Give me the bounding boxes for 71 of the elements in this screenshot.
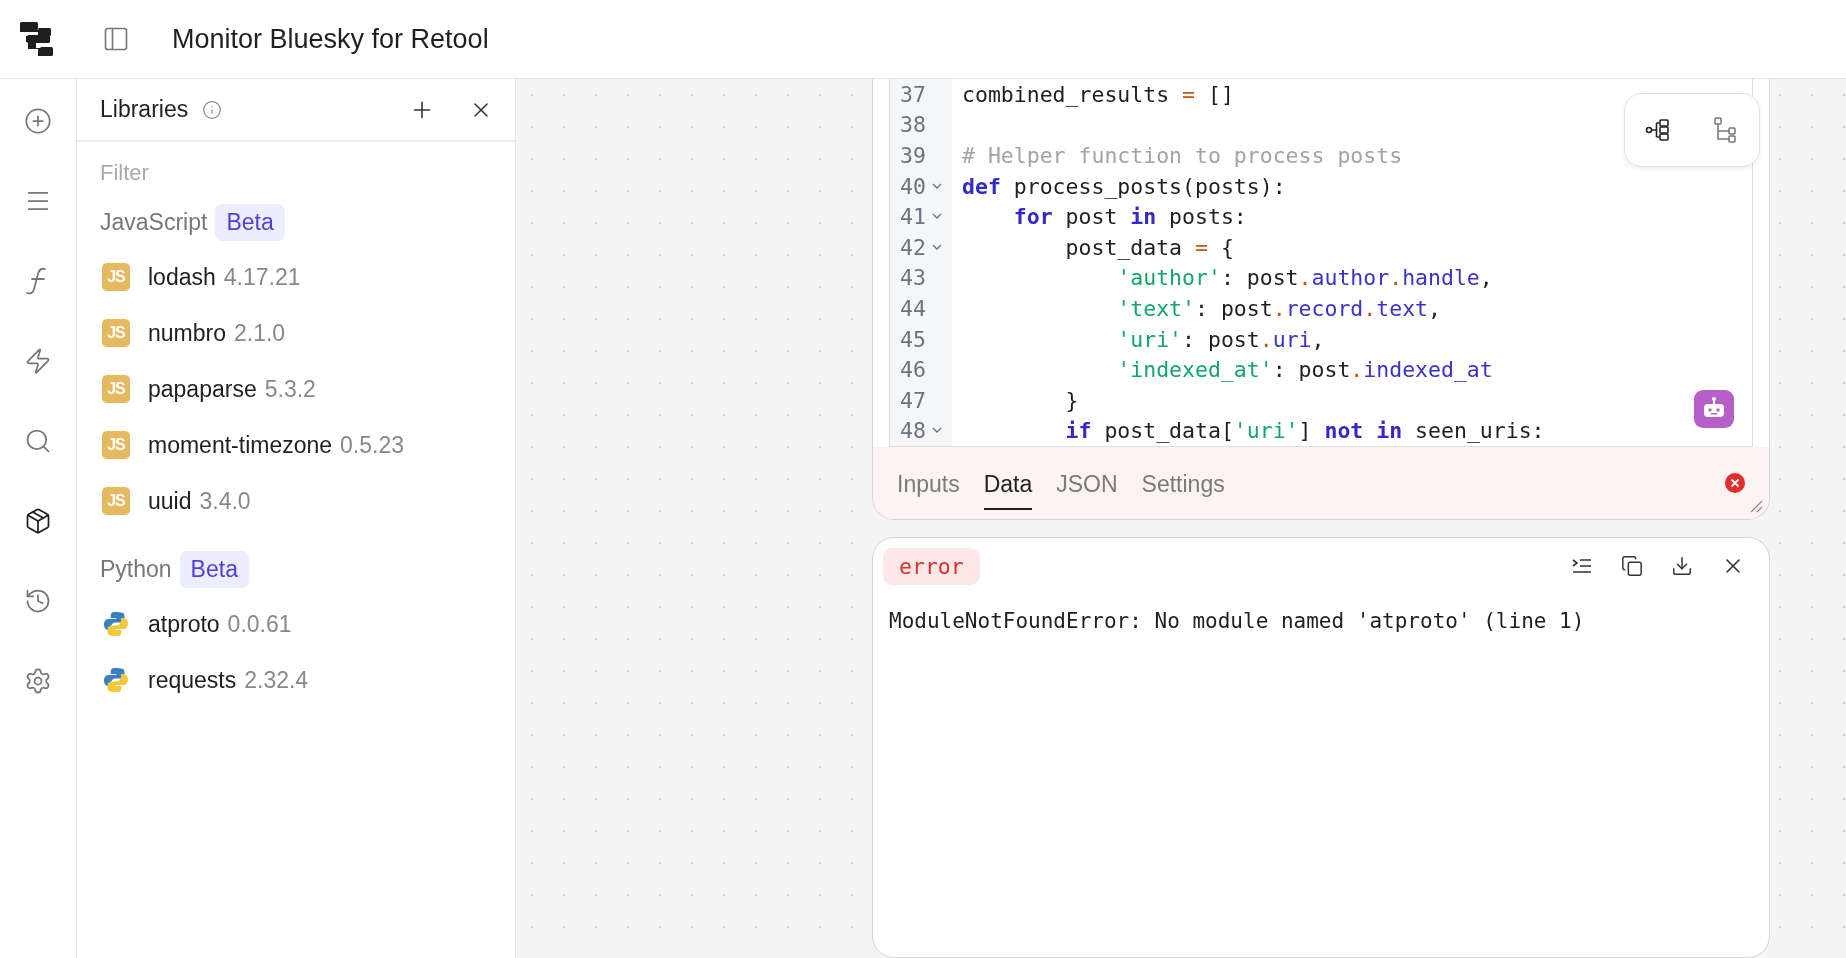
group-title: JavaScript bbox=[100, 209, 208, 236]
line-number: 47 bbox=[899, 387, 926, 413]
settings-icon bbox=[24, 667, 52, 695]
tab[interactable]: Inputs bbox=[897, 460, 960, 510]
line-number: 44 bbox=[899, 295, 926, 321]
python-icon bbox=[102, 610, 130, 638]
copy-icon bbox=[1621, 555, 1643, 578]
error-icon bbox=[1725, 473, 1745, 494]
fold-chevron-icon[interactable] bbox=[932, 182, 942, 190]
fold-chevron-icon[interactable] bbox=[932, 213, 942, 221]
line-number: 39 bbox=[899, 143, 926, 168]
filter-field[interactable]: Filter bbox=[100, 156, 492, 190]
code-line: 'text': post.record.text, bbox=[1116, 295, 1441, 321]
status-tag: error bbox=[883, 547, 980, 585]
sidebar-toggle-button[interactable] bbox=[102, 25, 130, 53]
history-icon bbox=[24, 587, 52, 615]
code-line: for post in posts: bbox=[1012, 204, 1247, 230]
code-line: combined_results = [] bbox=[962, 81, 1234, 107]
code-line: # Helper function to process posts bbox=[962, 143, 1403, 168]
lightning-icon bbox=[24, 347, 52, 375]
search-icon bbox=[24, 427, 52, 455]
group-title: Python bbox=[100, 556, 172, 583]
javascript-icon: JS bbox=[102, 431, 130, 459]
code-line: if post_data['uri'] not in seen_uris: bbox=[1064, 418, 1545, 444]
line-number: 40 bbox=[899, 173, 926, 199]
line-number: 48 bbox=[899, 418, 926, 444]
app-title: Monitor Bluesky for Retool bbox=[172, 23, 489, 55]
resize-handle-icon[interactable] bbox=[1749, 499, 1763, 514]
library-name[interactable]: numbro 2.1.0 bbox=[148, 319, 286, 347]
line-number: 37 bbox=[899, 81, 926, 107]
tree-icon[interactable] bbox=[1713, 116, 1739, 144]
add-icon bbox=[24, 107, 52, 135]
code-line: 'author': post.author.handle, bbox=[1116, 265, 1493, 291]
fold-chevron-icon[interactable] bbox=[932, 427, 942, 435]
library-name[interactable]: lodash 4.17.21 bbox=[148, 263, 301, 291]
beta-tag: Beta bbox=[179, 551, 249, 588]
code-line: } bbox=[1064, 387, 1079, 413]
logo-icon[interactable] bbox=[20, 21, 56, 57]
code-line: 'uri': post.uri, bbox=[1116, 326, 1325, 352]
line-number: 43 bbox=[899, 265, 926, 291]
line-number: 45 bbox=[899, 326, 926, 352]
tab[interactable]: Data bbox=[983, 460, 1033, 510]
robot-icon[interactable] bbox=[1694, 390, 1734, 429]
line-number: 38 bbox=[899, 112, 926, 138]
javascript-icon: JS bbox=[102, 319, 130, 347]
beta-tag: Beta bbox=[215, 204, 285, 241]
library-name[interactable]: atproto 0.0.61 bbox=[148, 610, 292, 638]
line-number: 46 bbox=[899, 357, 926, 383]
info-icon[interactable] bbox=[202, 99, 223, 120]
tab[interactable]: Settings bbox=[1141, 460, 1225, 510]
tab[interactable]: JSON bbox=[1056, 460, 1118, 510]
download-icon bbox=[1671, 555, 1693, 578]
library-name[interactable]: requests 2.32.4 bbox=[148, 666, 309, 694]
sidebar-icon bbox=[102, 25, 130, 53]
package-icon bbox=[24, 507, 52, 535]
python-icon bbox=[102, 666, 130, 694]
fold-chevron-icon[interactable] bbox=[932, 243, 942, 251]
javascript-icon: JS bbox=[102, 375, 130, 403]
library-name[interactable]: uuid 3.4.0 bbox=[148, 487, 251, 515]
library-name[interactable]: moment-timezone 0.5.23 bbox=[148, 431, 405, 459]
panel-title: Libraries bbox=[100, 96, 189, 123]
javascript-icon: JS bbox=[102, 263, 130, 291]
error-message: ModuleNotFoundError: No module named 'atproto' (line 1) bbox=[889, 608, 1586, 633]
code-line: def process_posts(posts): bbox=[962, 173, 1286, 199]
line-number: 42 bbox=[899, 234, 926, 260]
copy-button[interactable] bbox=[1621, 554, 1643, 579]
code-line: post_data = { bbox=[1064, 234, 1234, 260]
javascript-icon: JS bbox=[102, 487, 130, 515]
library-name[interactable]: papaparse 5.3.2 bbox=[148, 375, 316, 403]
code-line: 'indexed_at': post.indexed_at bbox=[1116, 357, 1493, 383]
line-number: 41 bbox=[899, 204, 926, 230]
